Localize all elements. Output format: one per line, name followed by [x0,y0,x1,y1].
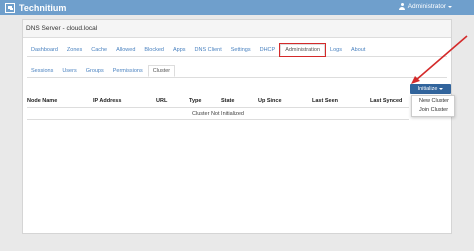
brand[interactable]: Technitium [5,2,66,13]
column-header-up-since[interactable]: Up Since [258,98,282,104]
technitium-logo-icon [5,2,15,13]
subtab-permissions[interactable]: Permissions [109,65,147,77]
initialize-dropdown-menu: New Cluster Join Cluster [411,95,455,117]
column-header-ip-address[interactable]: IP Address [93,98,121,104]
initialize-button-label: Initialize [417,86,438,92]
user-label: Administrator [407,3,446,10]
column-header-type[interactable]: Type [189,98,201,104]
brand-name: Technitium [19,2,67,13]
dns-server-panel: DNS Server - cloud.local Dashboard Zones C… [22,19,455,234]
chevron-down-icon [448,5,452,8]
tab-allowed[interactable]: Allowed [112,44,139,56]
column-header-last-synced[interactable]: Last Synced [370,98,402,104]
tab-cache[interactable]: Cache [87,44,111,56]
subtab-groups[interactable]: Groups [82,65,108,77]
cluster-table: Node Name IP Address URL Type State Up Since L… [27,94,409,120]
sub-tabs: Sessions Users Groups Permissions Cluster [27,65,447,78]
tab-settings[interactable]: Settings [227,44,255,56]
column-header-last-seen[interactable]: Last Seen [312,98,338,104]
column-header-url[interactable]: URL [156,98,167,104]
main-tabs: Dashboard Zones Cache Allowed Blocked Apps DNS… [27,43,447,57]
tab-administration[interactable]: Administration [279,43,327,57]
subtab-sessions[interactable]: Sessions [27,65,57,77]
top-navbar: Technitium Administrator [0,0,474,15]
initialize-button[interactable]: Initialize [410,84,451,94]
panel-title: DNS Server - cloud.local [23,20,451,38]
tab-zones[interactable]: Zones [63,44,86,56]
menu-item-new-cluster[interactable]: New Cluster [412,96,454,105]
menu-item-join-cluster[interactable]: Join Cluster [412,105,454,114]
table-header: Node Name IP Address URL Type State Up Since L… [27,94,409,108]
tab-about[interactable]: About [347,44,369,56]
chevron-down-icon [439,88,444,90]
column-header-node-name[interactable]: Node Name [27,98,57,104]
tab-blocked[interactable]: Blocked [140,44,168,56]
tab-dns-client[interactable]: DNS Client [191,44,226,56]
tab-apps[interactable]: Apps [169,44,190,56]
subtab-users[interactable]: Users [58,65,80,77]
tab-dhcp[interactable]: DHCP [256,44,280,56]
user-icon [399,3,406,10]
tab-logs[interactable]: Logs [326,44,346,56]
table-empty-row: Cluster Not Initialized [27,108,409,120]
column-header-state[interactable]: State [221,98,234,104]
tab-dashboard[interactable]: Dashboard [27,44,62,56]
user-menu[interactable]: Administrator [399,3,452,10]
subtab-cluster[interactable]: Cluster [147,65,176,77]
